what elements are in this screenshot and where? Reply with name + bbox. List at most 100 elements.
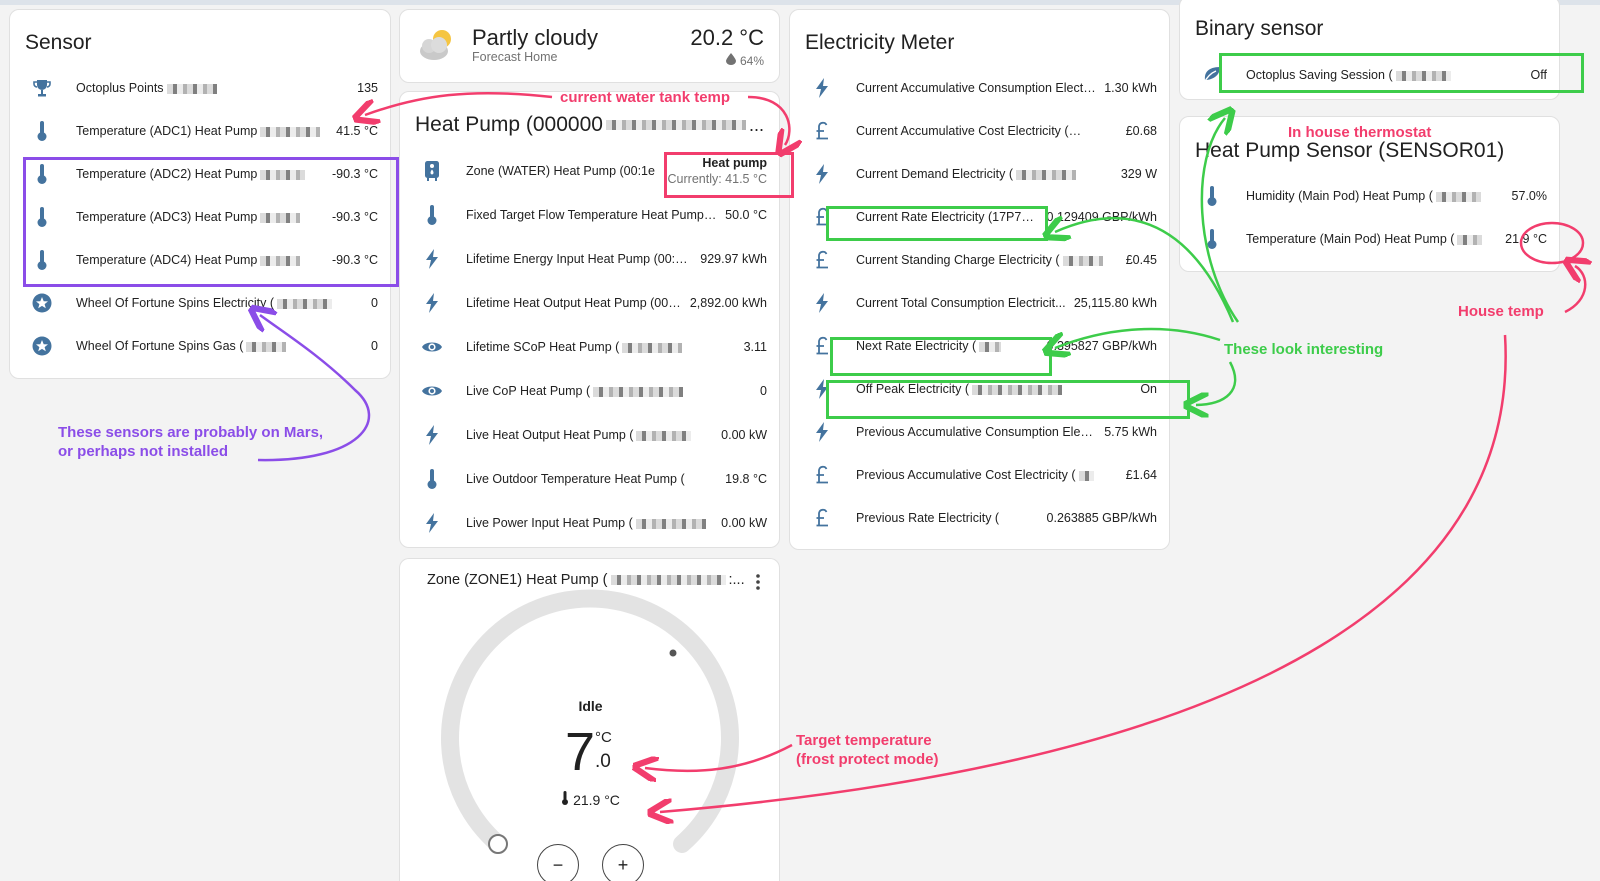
entity-value: 3.11 <box>743 340 767 354</box>
entity-value: -90.3 °C <box>332 253 378 267</box>
entity-value: 0 <box>371 296 378 310</box>
currency-gbp-icon <box>810 334 834 358</box>
entity-row[interactable]: Temperature (ADC1) Heat Pump 41.5 °C <box>30 116 378 146</box>
annotation-arrow <box>1565 266 1585 314</box>
thermometer-icon <box>1200 227 1224 251</box>
entity-row[interactable]: Octoplus Saving Session (Off <box>1200 60 1547 90</box>
entity-row[interactable]: Lifetime SCoP Heat Pump ( 3.11 <box>420 332 767 362</box>
entity-value: £0.45 <box>1125 253 1157 267</box>
entity-row[interactable]: Temperature (Main Pod) Heat Pump ( 21.9 °… <box>1200 224 1547 254</box>
weather-humidity-row: 64% <box>725 53 764 68</box>
entity-row[interactable]: Previous Accumulative Cost Electricity (… <box>810 460 1157 490</box>
entity-row[interactable]: Humidity (Main Pod) Heat Pump (57.0% <box>1200 181 1547 211</box>
entity-row[interactable]: Octoplus Points 135 <box>30 73 378 103</box>
entity-label-text: Live Heat Output Heat Pump ( <box>466 428 634 442</box>
entity-row[interactable]: Fixed Target Flow Temperature Heat Pump … <box>420 200 767 230</box>
redacted-text <box>979 341 1002 352</box>
target-temperature[interactable]: 7 °C .0 <box>565 725 612 785</box>
redacted-text <box>635 518 706 529</box>
entity-label: Current Total Consumption Electricit... <box>856 296 1066 310</box>
entity-row[interactable]: Wheel Of Fortune Spins Gas (0 <box>30 331 378 361</box>
entity-row[interactable]: Previous Accumulative Consumption Elec..… <box>810 417 1157 447</box>
thermometer-icon <box>1200 184 1224 208</box>
entity-label: Wheel Of Fortune Spins Electricity ( <box>76 296 363 310</box>
entity-row[interactable]: Live CoP Heat Pump (0 <box>420 376 767 406</box>
thermometer-icon <box>30 205 54 229</box>
star-circle-icon <box>30 291 54 315</box>
binary-sensor-card: Binary sensor Octoplus Saving Session (O… <box>1179 0 1560 100</box>
heat-pump-title-row: Heat Pump (000000 ... <box>415 113 764 137</box>
thermostat-dial[interactable] <box>400 559 780 881</box>
annotation-house-temp: House temp <box>1458 303 1544 320</box>
target-decimal: .0 <box>595 751 611 772</box>
entity-row[interactable]: Live Power Input Heat Pump (0.00 kW <box>420 508 767 538</box>
entity-label: Lifetime Heat Output Heat Pump (00:... <box>466 296 682 310</box>
entity-row[interactable]: Wheel Of Fortune Spins Electricity ( 0 <box>30 288 378 318</box>
card-title: Heat Pump Sensor (SENSOR01) <box>1195 139 1505 162</box>
annotation-arrow <box>1196 361 1237 405</box>
entity-label-text: Live Outdoor Temperature Heat Pump ( <box>466 472 685 486</box>
card-title: Binary sensor <box>1195 17 1324 40</box>
entity-row[interactable]: Temperature (ADC3) Heat Pump -90.3 °C <box>30 202 378 232</box>
entity-label: Fixed Target Flow Temperature Heat Pump … <box>466 208 717 222</box>
entity-row[interactable]: Current Demand Electricity ( 329 W <box>810 159 1157 189</box>
entity-label: Temperature (ADC3) Heat Pump <box>76 210 324 224</box>
entity-label: Off Peak Electricity ( <box>856 382 1132 396</box>
redacted-text <box>622 342 683 353</box>
entity-row[interactable]: Off Peak Electricity (On <box>810 374 1157 404</box>
flash-icon <box>420 511 444 535</box>
entity-value: 21.9 °C <box>1505 232 1547 246</box>
entity-label: Octoplus Points <box>76 81 349 95</box>
entity-label-text: Octoplus Points <box>76 81 164 95</box>
entity-value: 0.263885 GBP/kWh <box>1046 511 1157 525</box>
entity-row[interactable]: Current Accumulative Cost Electricity (£… <box>810 116 1157 146</box>
increase-button[interactable]: + <box>602 844 644 881</box>
minus-icon: − <box>552 855 564 875</box>
weather-card[interactable]: Partly cloudy Forecast Home 20.2 °C 64% <box>399 9 780 83</box>
entity-row[interactable]: Temperature (ADC4) Heat Pump -90.3 °C <box>30 245 378 275</box>
entity-label: Current Accumulative Consumption Electr.… <box>856 81 1096 95</box>
entity-row[interactable]: Current Standing Charge Electricity (£0.… <box>810 245 1157 275</box>
entity-row[interactable]: Previous Rate Electricity (0.263885 GBP/… <box>810 503 1157 533</box>
entity-row[interactable]: Next Rate Electricity (0.395827 GBP/kWh <box>810 331 1157 361</box>
entity-value: 50.0 °C <box>725 208 767 222</box>
star-circle-icon <box>30 334 54 358</box>
entity-row[interactable]: Current Accumulative Consumption Electr.… <box>810 73 1157 103</box>
weather-condition: Partly cloudy <box>472 25 598 50</box>
entity-label: Current Rate Electricity (17P71... <box>856 210 1039 224</box>
entity-label-text: Temperature (Main Pod) Heat Pump ( <box>1246 232 1455 246</box>
entity-value: £0.68 <box>1125 124 1157 138</box>
annotation-interesting: These look interesting <box>1224 341 1384 358</box>
entity-row[interactable]: Zone (WATER) Heat Pump (00:1e Heat pump Cu… <box>420 156 767 186</box>
weather-humidity: 64% <box>739 53 764 68</box>
weather-location: Forecast Home <box>472 50 558 64</box>
entity-label: Previous Accumulative Cost Electricity ( <box>856 468 1118 482</box>
entity-row[interactable]: Current Rate Electricity (17P71... 0.1294… <box>810 202 1157 232</box>
entity-row[interactable]: Lifetime Heat Output Heat Pump (00:... 2,… <box>420 288 767 318</box>
decrease-button[interactable]: − <box>537 844 579 881</box>
eye-icon <box>420 379 444 403</box>
entity-label: Current Demand Electricity ( <box>856 167 1113 181</box>
entity-row[interactable]: Current Total Consumption Electricit... 2… <box>810 288 1157 318</box>
redacted-text <box>1435 191 1481 202</box>
entity-row[interactable]: Live Heat Output Heat Pump (0.00 kW <box>420 420 767 450</box>
entity-label-text: Octoplus Saving Session ( <box>1246 68 1393 82</box>
redacted-text <box>1395 70 1451 81</box>
entity-label: Temperature (Main Pod) Heat Pump ( <box>1246 232 1497 246</box>
entity-row[interactable]: Lifetime Energy Input Heat Pump (00:1...… <box>420 244 767 274</box>
eye-icon <box>420 335 444 359</box>
sensor-card: Sensor Octoplus Points 135 Temperature (AD… <box>9 9 391 379</box>
weather-temperature: 20.2 °C <box>690 25 764 50</box>
entity-value: 2,892.00 kWh <box>689 296 767 310</box>
entity-value: 329 W <box>1120 167 1157 181</box>
flash-icon <box>810 162 834 186</box>
entity-row[interactable]: Live Outdoor Temperature Heat Pump (19.8… <box>420 464 767 494</box>
card-title: Sensor <box>25 31 92 54</box>
entity-label-text: Lifetime Heat Output Heat Pump (00:... <box>466 296 682 310</box>
entity-value: 25,115.80 kWh <box>1073 296 1157 310</box>
entity-row[interactable]: Temperature (ADC2) Heat Pump -90.3 °C <box>30 159 378 189</box>
redacted-text <box>166 83 217 94</box>
entity-label-text: Lifetime SCoP Heat Pump ( <box>466 340 620 354</box>
heat-pump-card: Heat Pump (000000 ... Zone (WATER) Heat … <box>399 91 780 548</box>
redacted-text <box>246 341 287 352</box>
